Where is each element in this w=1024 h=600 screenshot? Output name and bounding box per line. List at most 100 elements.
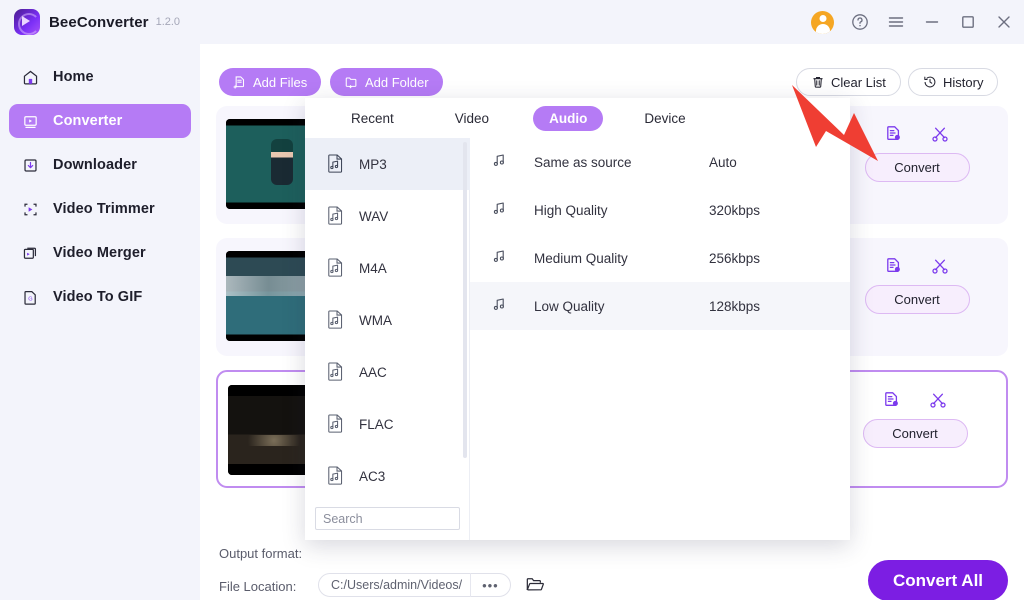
quality-item-medium-quality[interactable]: Medium Quality 256kbps: [470, 234, 850, 282]
card-actions: Convert: [842, 124, 992, 182]
audio-file-icon: [327, 361, 345, 383]
add-folder-button[interactable]: Add Folder: [330, 68, 443, 96]
music-note-icon: [492, 297, 507, 316]
quality-rate: Auto: [709, 154, 737, 170]
hamburger-menu-icon[interactable]: [886, 12, 906, 32]
bottom-bar: Output format: File Location: C:/Users/a…: [200, 538, 1024, 600]
app-window: BeeConverter 1.2.0 Home Converter Downlo…: [0, 0, 1024, 600]
convert-button[interactable]: Convert: [864, 285, 970, 314]
search-input[interactable]: [315, 507, 460, 530]
music-note-icon: [492, 249, 507, 268]
trash-icon: [811, 75, 825, 89]
history-button[interactable]: History: [908, 68, 999, 96]
sidebar-item-label: Downloader: [53, 157, 137, 173]
quality-item-low-quality[interactable]: Low Quality 128kbps: [470, 282, 850, 330]
format-item-ac3[interactable]: AC3: [305, 450, 470, 500]
quality-item-high-quality[interactable]: High Quality 320kbps: [470, 186, 850, 234]
sidebar: Home Converter Downloader Video Trimmer …: [0, 44, 200, 600]
window-controls: [811, 0, 1014, 44]
file-settings-icon[interactable]: [882, 390, 902, 410]
converter-icon: [21, 112, 40, 131]
quality-name: Medium Quality: [534, 250, 628, 266]
card-actions: Convert: [842, 256, 992, 314]
file-location-field[interactable]: C:/Users/admin/Videos/ •••: [318, 573, 511, 597]
quality-rate: 256kbps: [709, 250, 761, 266]
add-files-label: Add Files: [253, 74, 308, 90]
convert-button[interactable]: Convert: [862, 419, 968, 448]
sidebar-item-downloader[interactable]: Downloader: [9, 148, 191, 182]
format-label: MP3: [359, 156, 387, 172]
sidebar-item-converter[interactable]: Converter: [9, 104, 191, 138]
add-files-button[interactable]: Add Files: [219, 68, 322, 96]
music-note-icon: [492, 153, 507, 172]
sidebar-item-label: Video To GIF: [53, 289, 143, 305]
add-folder-label: Add Folder: [365, 74, 429, 90]
sidebar-item-video-to-gif[interactable]: G Video To GIF: [9, 280, 191, 314]
download-icon: [21, 156, 40, 175]
convert-all-button[interactable]: Convert All: [868, 560, 1008, 600]
title-bar: BeeConverter 1.2.0: [0, 0, 1024, 44]
format-list-scroll: MP3 WAV M4A WMA AAC FLAC AC3: [305, 138, 470, 500]
format-item-flac[interactable]: FLAC: [305, 398, 470, 450]
audio-file-icon: [327, 309, 345, 331]
trim-icon: [21, 200, 40, 219]
tab-audio[interactable]: Audio: [533, 105, 604, 131]
output-format-label: Output format:: [219, 546, 303, 561]
app-brand: BeeConverter 1.2.0: [0, 9, 180, 35]
user-avatar-icon[interactable]: [811, 10, 834, 34]
dropdown-tabs: Recent Video Audio Device: [305, 98, 850, 138]
format-search-wrap: [305, 507, 470, 530]
format-item-aac[interactable]: AAC: [305, 346, 470, 398]
open-folder-icon[interactable]: [525, 575, 546, 599]
question-circle-icon[interactable]: [850, 12, 870, 32]
file-settings-icon[interactable]: [884, 256, 904, 276]
format-item-wav[interactable]: WAV: [305, 190, 470, 242]
maximize-square-icon[interactable]: [958, 12, 978, 32]
scissors-icon[interactable]: [928, 390, 948, 410]
quality-item-same-as-source[interactable]: Same as source Auto: [470, 138, 850, 186]
quality-name: High Quality: [534, 202, 608, 218]
sidebar-item-label: Video Trimmer: [53, 201, 155, 217]
app-title: BeeConverter: [49, 13, 149, 31]
format-item-wma[interactable]: WMA: [305, 294, 470, 346]
audio-file-icon: [327, 153, 345, 175]
sidebar-item-video-merger[interactable]: Video Merger: [9, 236, 191, 270]
quality-name: Low Quality: [534, 298, 605, 314]
sidebar-item-home[interactable]: Home: [9, 60, 191, 94]
format-label: AC3: [359, 468, 386, 484]
main-content: Add Files Add Folder Clear List History …: [200, 44, 1024, 600]
scissors-icon[interactable]: [930, 256, 950, 276]
sidebar-item-video-trimmer[interactable]: Video Trimmer: [9, 192, 191, 226]
close-x-icon[interactable]: [994, 12, 1014, 32]
history-label: History: [943, 74, 984, 90]
format-item-m4a[interactable]: M4A: [305, 242, 470, 294]
format-item-mp3[interactable]: MP3: [305, 138, 470, 190]
quality-rate: 320kbps: [709, 202, 761, 218]
add-folder-icon: [344, 75, 359, 89]
merge-icon: [21, 244, 40, 263]
file-settings-icon[interactable]: [884, 124, 904, 144]
tab-video[interactable]: Video: [439, 106, 505, 131]
audio-file-icon: [327, 205, 345, 227]
file-location-label: File Location:: [219, 579, 297, 594]
tab-recent[interactable]: Recent: [335, 106, 410, 131]
format-label: AAC: [359, 364, 387, 380]
clear-list-button[interactable]: Clear List: [796, 68, 901, 96]
card-actions: Convert: [840, 390, 990, 448]
format-label: M4A: [359, 260, 387, 276]
tab-device[interactable]: Device: [628, 106, 701, 131]
format-dropdown-panel: Recent Video Audio Device MP3 WAV M4A WM…: [305, 98, 850, 540]
sidebar-item-label: Converter: [53, 113, 123, 129]
scissors-icon[interactable]: [930, 124, 950, 144]
bee-converter-logo-icon: [14, 9, 40, 35]
music-note-icon: [492, 201, 507, 220]
quality-list-column: Same as source Auto High Quality 320kbps: [470, 138, 850, 540]
format-list-scrollbar[interactable]: [463, 142, 467, 458]
format-label: FLAC: [359, 416, 394, 432]
minimize-icon[interactable]: [922, 12, 942, 32]
audio-file-icon: [327, 257, 345, 279]
format-label: WAV: [359, 208, 389, 224]
audio-file-icon: [327, 465, 345, 487]
convert-button[interactable]: Convert: [864, 153, 970, 182]
browse-ellipsis-button[interactable]: •••: [471, 578, 510, 593]
